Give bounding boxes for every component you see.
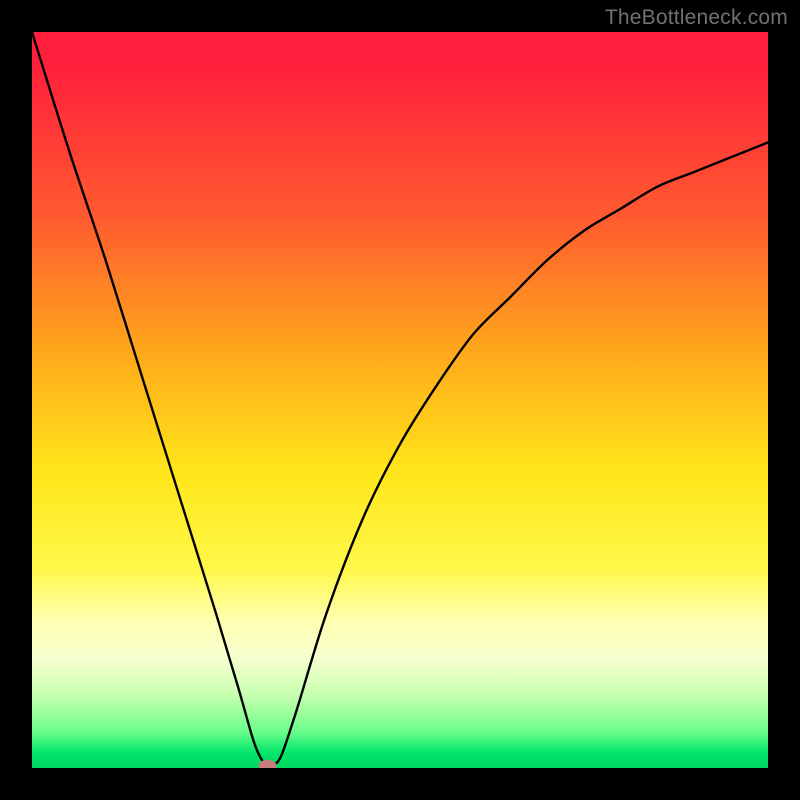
bottleneck-curve bbox=[32, 32, 768, 768]
plot-area bbox=[32, 32, 768, 768]
curve-path bbox=[32, 32, 768, 766]
chart-frame: TheBottleneck.com bbox=[0, 0, 800, 800]
watermark-text: TheBottleneck.com bbox=[605, 6, 788, 30]
